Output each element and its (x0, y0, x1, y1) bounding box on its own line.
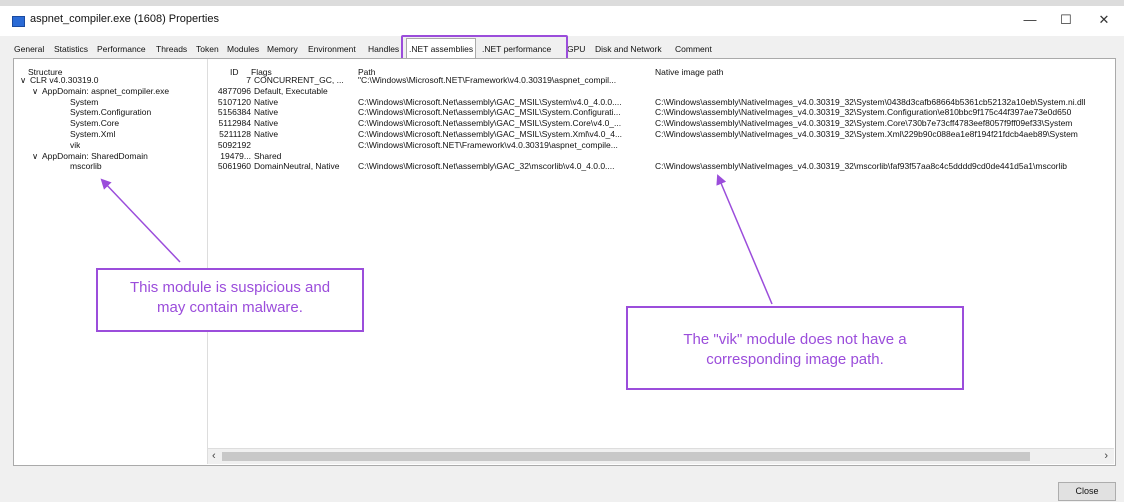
close-button[interactable]: Close (1058, 482, 1116, 501)
arrow-to-native-path (716, 174, 773, 305)
annotation-arrows (100, 174, 773, 305)
arrow-to-vik (100, 178, 181, 263)
